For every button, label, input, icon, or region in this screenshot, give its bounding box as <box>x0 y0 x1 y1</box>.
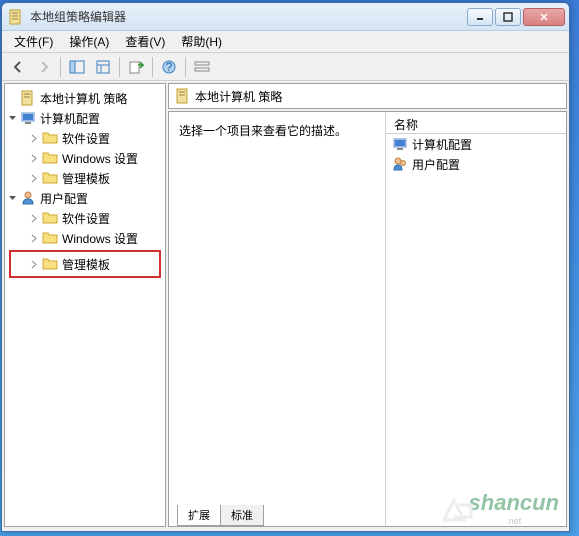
tree-software-settings-user[interactable]: 软件设置 <box>5 208 165 228</box>
right-header-title: 本地计算机 策略 <box>195 88 282 105</box>
toolbar-separator <box>119 57 120 77</box>
toolbar: ? <box>2 53 569 81</box>
folder-icon <box>42 256 58 272</box>
expand-icon[interactable] <box>29 173 40 184</box>
highlighted-tree-item: 管理模板 <box>9 250 161 278</box>
tree-label: 软件设置 <box>62 130 110 147</box>
minimize-button[interactable] <box>467 8 493 26</box>
tab-extended[interactable]: 扩展 <box>177 505 221 526</box>
tree-panel[interactable]: 本地计算机 策略 计算机配置 软件设置 Windows 设置 管理模板 <box>4 83 166 527</box>
tree-windows-settings-user[interactable]: Windows 设置 <box>5 228 165 248</box>
tree-label: 管理模板 <box>62 256 110 273</box>
right-header: 本地计算机 策略 <box>168 83 567 109</box>
folder-icon <box>42 230 58 246</box>
tree-user-config[interactable]: 用户配置 <box>5 188 165 208</box>
column-header-name[interactable]: 名称 <box>386 112 566 134</box>
computer-icon <box>20 110 36 126</box>
export-button[interactable] <box>124 55 148 79</box>
user-icon <box>20 190 36 206</box>
maximize-button[interactable] <box>495 8 521 26</box>
folder-icon <box>42 170 58 186</box>
folder-icon <box>42 210 58 226</box>
expand-icon[interactable] <box>29 259 40 270</box>
list-item-label: 计算机配置 <box>412 136 472 153</box>
toolbar-separator <box>60 57 61 77</box>
tree-computer-config[interactable]: 计算机配置 <box>5 108 165 128</box>
policy-icon <box>20 90 36 106</box>
toolbar-separator <box>185 57 186 77</box>
tree-label: Windows 设置 <box>62 150 138 167</box>
description-column: 选择一个项目来查看它的描述。 <box>169 112 386 526</box>
show-tree-button[interactable] <box>65 55 89 79</box>
tabs: 扩展 标准 <box>169 504 263 526</box>
expand-icon[interactable] <box>29 233 40 244</box>
menu-view[interactable]: 查看(V) <box>117 31 173 52</box>
folder-icon <box>42 130 58 146</box>
tree-admin-templates-user[interactable]: 管理模板 <box>11 254 159 274</box>
right-panel: 本地计算机 策略 选择一个项目来查看它的描述。 名称 计算机配置 用户配置 <box>168 83 567 527</box>
tree-label: 管理模板 <box>62 170 110 187</box>
tree-label: 用户配置 <box>40 190 88 207</box>
titlebar: 本地组策略编辑器 <box>2 3 569 31</box>
policy-icon <box>175 88 191 104</box>
expand-icon[interactable] <box>29 133 40 144</box>
tree-software-settings[interactable]: 软件设置 <box>5 128 165 148</box>
tree-label: 本地计算机 策略 <box>40 90 127 107</box>
forward-button[interactable] <box>32 55 56 79</box>
tree-label: Windows 设置 <box>62 230 138 247</box>
menu-file[interactable]: 文件(F) <box>6 31 61 52</box>
expand-icon[interactable] <box>29 213 40 224</box>
close-button[interactable] <box>523 8 565 26</box>
tab-standard[interactable]: 标准 <box>220 505 264 526</box>
content-area: 本地计算机 策略 计算机配置 软件设置 Windows 设置 管理模板 <box>2 81 569 529</box>
collapse-icon[interactable] <box>7 193 18 204</box>
list-item-label: 用户配置 <box>412 156 460 173</box>
main-window: 本地组策略编辑器 文件(F) 操作(A) 查看(V) 帮助(H) ? 本地计算 <box>1 2 570 532</box>
tree-root[interactable]: 本地计算机 策略 <box>5 88 165 108</box>
help-button[interactable]: ? <box>157 55 181 79</box>
properties-button[interactable] <box>91 55 115 79</box>
tree-admin-templates[interactable]: 管理模板 <box>5 168 165 188</box>
menu-help[interactable]: 帮助(H) <box>173 31 230 52</box>
back-button[interactable] <box>6 55 30 79</box>
collapse-icon[interactable] <box>7 113 18 124</box>
user-icon <box>392 156 408 172</box>
toolbar-separator <box>152 57 153 77</box>
description-text: 选择一个项目来查看它的描述。 <box>179 124 347 138</box>
computer-icon <box>392 136 408 152</box>
window-title: 本地组策略编辑器 <box>30 8 467 25</box>
list-item-user-config[interactable]: 用户配置 <box>386 154 566 174</box>
list-column: 名称 计算机配置 用户配置 <box>386 112 566 526</box>
blank-toggle <box>7 93 18 104</box>
list-item-computer-config[interactable]: 计算机配置 <box>386 134 566 154</box>
tree-windows-settings[interactable]: Windows 设置 <box>5 148 165 168</box>
filter-button[interactable] <box>190 55 214 79</box>
right-body: 选择一个项目来查看它的描述。 名称 计算机配置 用户配置 扩展 标准 <box>168 111 567 527</box>
app-icon <box>8 9 24 25</box>
tree-label: 软件设置 <box>62 210 110 227</box>
svg-text:?: ? <box>166 60 173 74</box>
folder-icon <box>42 150 58 166</box>
tree-label: 计算机配置 <box>40 110 100 127</box>
expand-icon[interactable] <box>29 153 40 164</box>
menubar: 文件(F) 操作(A) 查看(V) 帮助(H) <box>2 31 569 53</box>
menu-action[interactable]: 操作(A) <box>61 31 117 52</box>
